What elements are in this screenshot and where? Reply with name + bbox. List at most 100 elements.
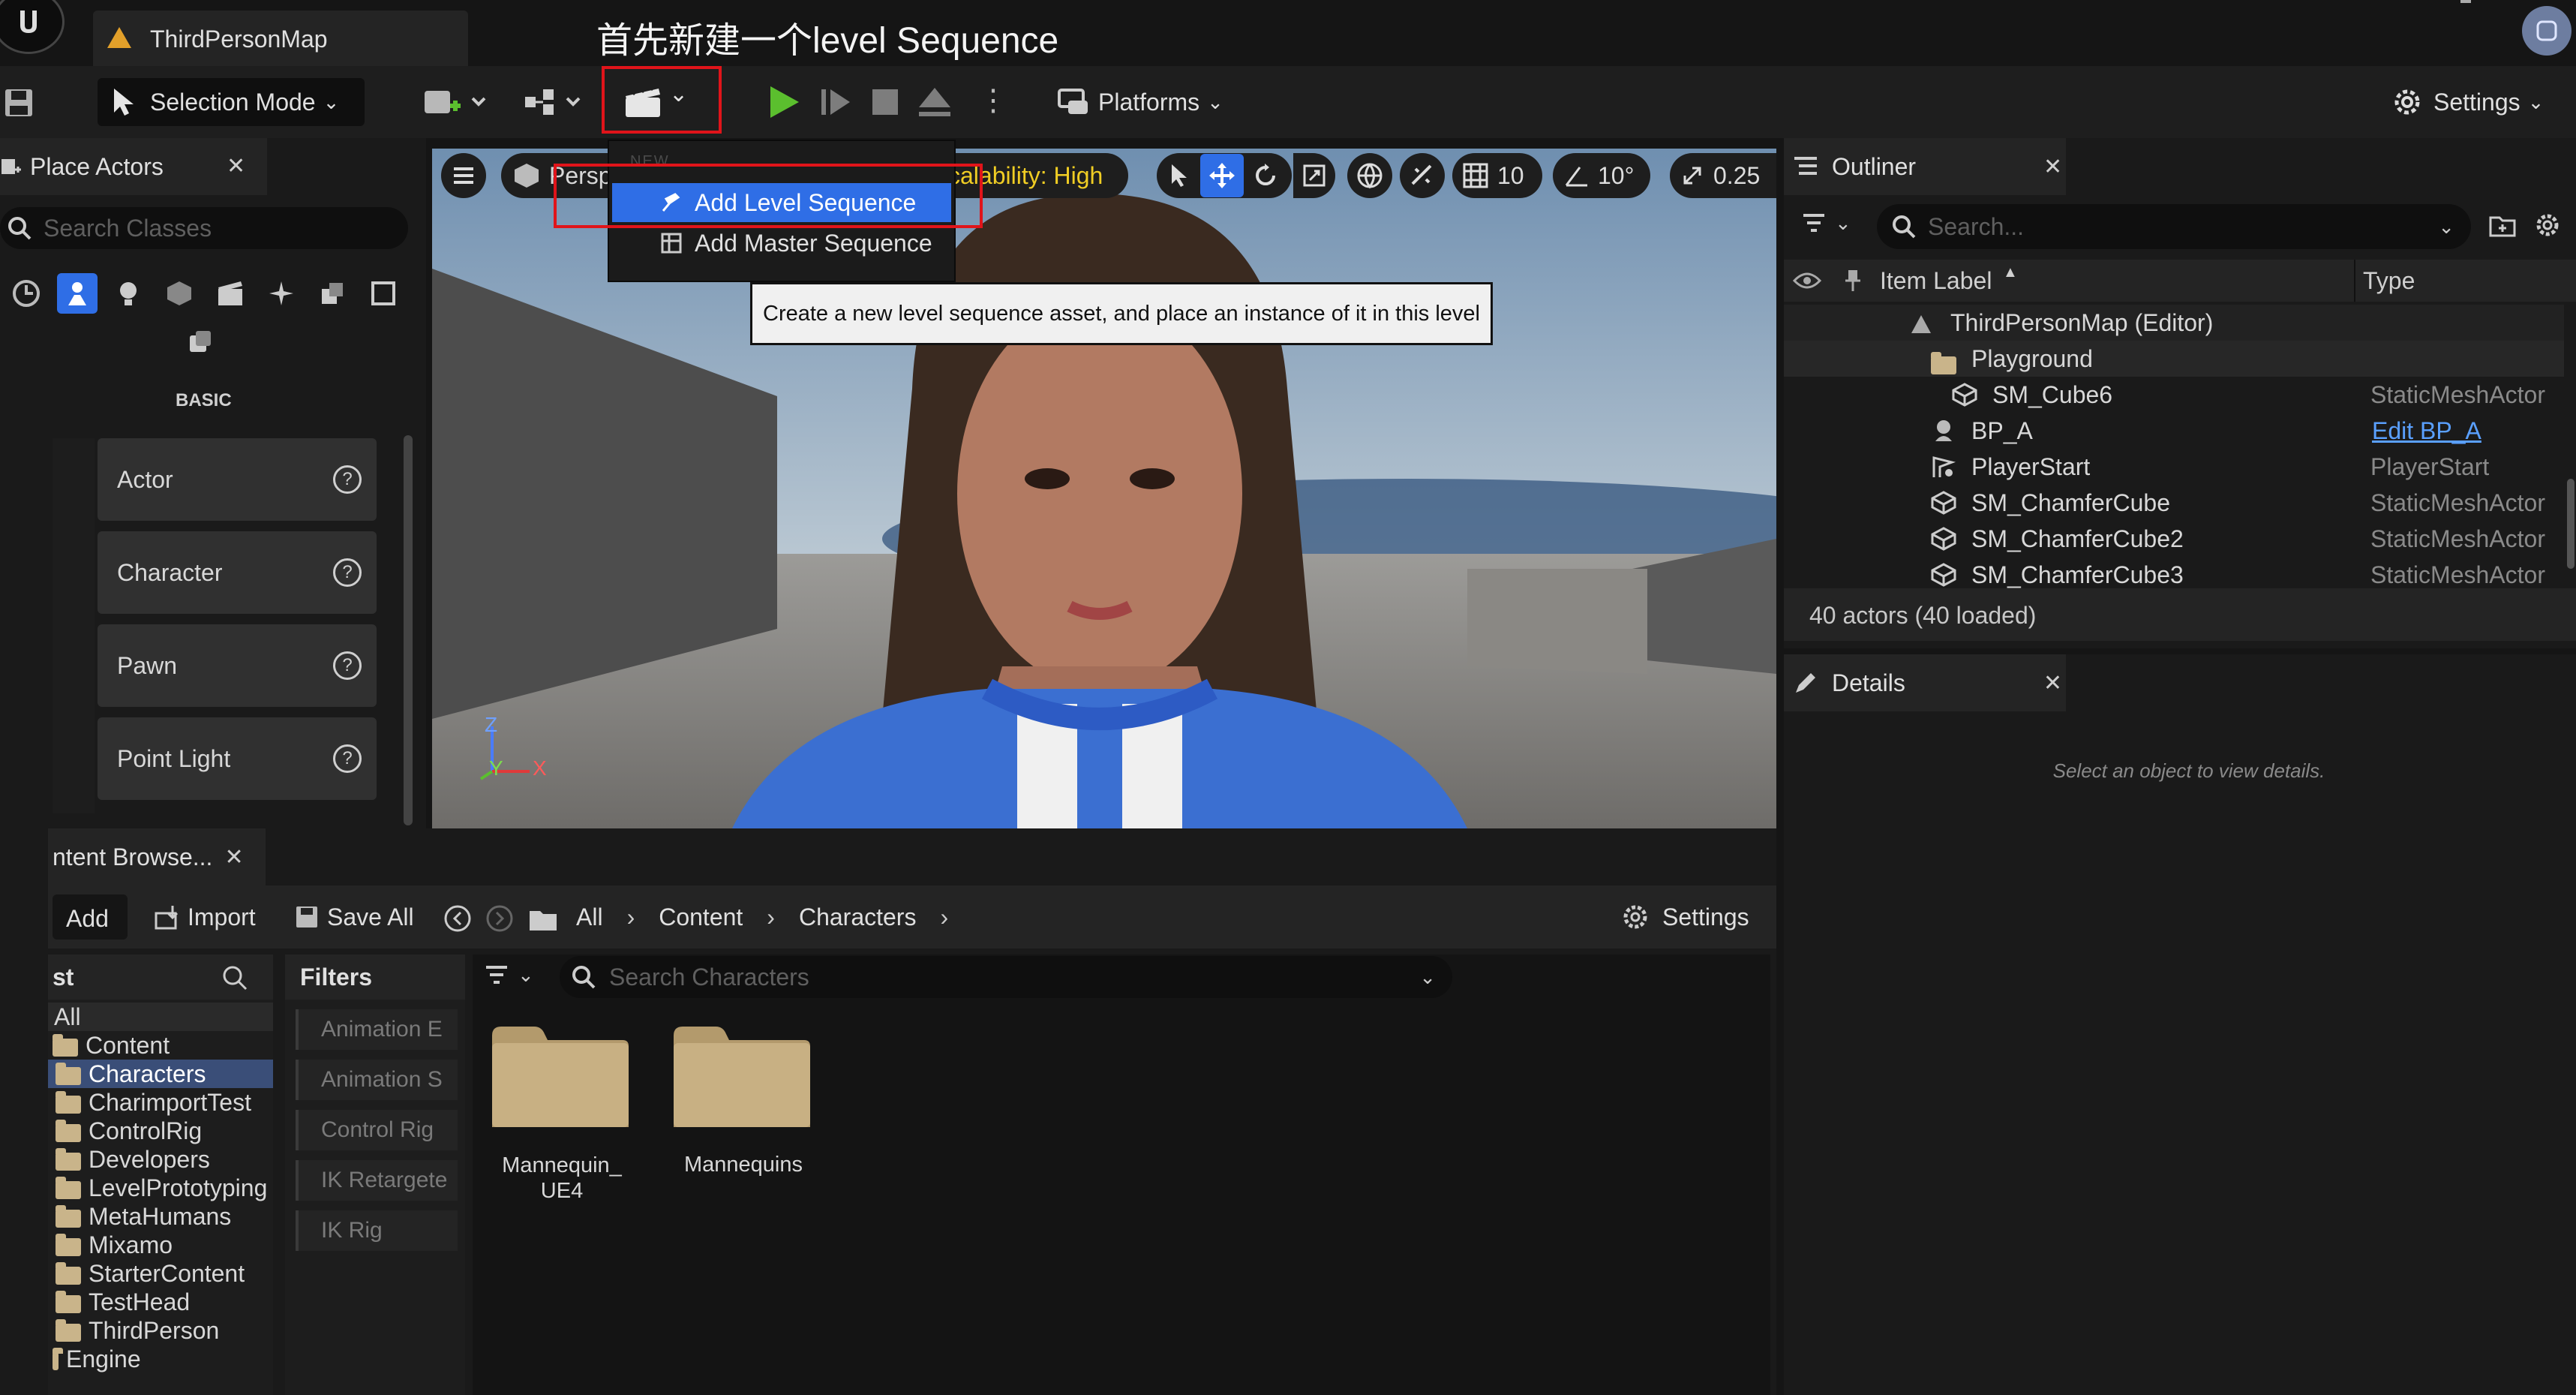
tree-item[interactable]: StarterContent (48, 1259, 273, 1288)
details-tab[interactable]: Details ✕ (1784, 654, 2066, 711)
actor-item-actor[interactable]: Actor ? (98, 438, 377, 521)
tree-item[interactable]: LevelPrototyping (48, 1174, 273, 1202)
basic-category-icon[interactable] (57, 273, 98, 314)
filter-item[interactable]: Control Rig (296, 1110, 458, 1150)
tree-item[interactable]: All (48, 1003, 273, 1031)
lights-category-icon[interactable] (108, 273, 149, 314)
tree-item[interactable]: MetaHumans (48, 1202, 273, 1231)
search-classes-input[interactable]: Search Classes (0, 207, 408, 249)
gear-icon[interactable] (2534, 212, 2561, 239)
edit-blueprint-link[interactable]: Edit BP_A (2372, 417, 2481, 445)
move-tool-icon[interactable] (1200, 154, 1244, 197)
breadcrumb-item[interactable]: Characters (799, 903, 917, 931)
add-button[interactable]: Add (53, 894, 128, 940)
filter-item[interactable]: Animation S (296, 1060, 458, 1100)
import-button[interactable]: Import (153, 894, 256, 940)
actor-item-character[interactable]: Character ? (98, 531, 377, 614)
help-icon[interactable]: ? (333, 558, 362, 587)
chevron-down-icon[interactable]: ⌄ (1419, 966, 1436, 989)
blueprint-icon[interactable] (521, 83, 588, 122)
breadcrumb-item[interactable]: Content (659, 903, 743, 931)
rotate-tool-icon[interactable] (1244, 154, 1287, 197)
user-avatar-icon[interactable] (2522, 6, 2571, 56)
world-local-icon[interactable] (1347, 153, 1392, 198)
content-settings-button[interactable]: Settings (1620, 894, 1749, 940)
close-icon[interactable]: ✕ (2043, 154, 2062, 180)
close-icon[interactable]: ✕ (227, 153, 245, 179)
history-back-icon[interactable] (443, 903, 473, 934)
chevron-right-icon[interactable]: › (940, 903, 948, 931)
add-actor-icon[interactable] (420, 83, 488, 122)
save-all-button[interactable]: Save All (294, 894, 414, 940)
tree-item[interactable]: Developers (48, 1145, 273, 1174)
minimize-bar[interactable] (2460, 0, 2471, 3)
filter-item[interactable]: IK Rig (296, 1210, 458, 1251)
filter-item[interactable]: IK Retargete (296, 1160, 458, 1201)
selection-mode-button[interactable]: Selection Mode ⌄ (98, 78, 365, 126)
surface-snapping-icon[interactable] (1400, 153, 1445, 198)
toolbar-settings-button[interactable]: Settings ⌄ (2390, 80, 2544, 125)
chevron-right-icon[interactable]: › (627, 903, 635, 931)
col-divider[interactable] (2354, 260, 2355, 302)
outliner-row[interactable]: SM_ChamferCube StaticMeshActor (1784, 485, 2564, 521)
place-actors-tab[interactable]: Place Actors ✕ (0, 138, 267, 195)
breadcrumb-item[interactable]: All (576, 903, 603, 931)
tree-item[interactable]: TestHead (48, 1288, 273, 1316)
chevron-down-icon[interactable]: ⌄ (2438, 215, 2454, 239)
outliner-search-input[interactable]: Search... ⌄ (1877, 204, 2471, 249)
search-icon[interactable] (221, 964, 249, 992)
tree-item[interactable]: CharimportTest (48, 1088, 273, 1117)
save-icon[interactable] (0, 84, 38, 122)
more-options-icon[interactable]: ⋮ (978, 81, 1008, 120)
close-icon[interactable]: ✕ (224, 844, 243, 870)
actor-item-point-light[interactable]: Point Light ? (98, 717, 377, 800)
viewport-menu-icon[interactable] (441, 153, 486, 198)
outliner-row[interactable]: Playground (1784, 341, 2564, 377)
visual-effects-category-icon[interactable] (261, 273, 302, 314)
eject-icon[interactable] (914, 81, 956, 123)
platforms-button[interactable]: Platforms ⌄ (1056, 80, 1223, 125)
tree-item[interactable]: Mixamo (48, 1231, 273, 1259)
help-icon[interactable]: ? (333, 651, 362, 680)
tree-item-characters[interactable]: Characters (48, 1060, 273, 1088)
chevron-right-icon[interactable]: › (767, 903, 775, 931)
outliner-row[interactable]: PlayerStart PlayerStart (1784, 449, 2564, 485)
stop-icon[interactable] (864, 81, 906, 123)
asset-tile[interactable]: Mannequins (669, 1021, 819, 1216)
volumes-category-icon[interactable] (363, 273, 404, 314)
tree-item[interactable]: Engine (48, 1345, 273, 1373)
select-tool-icon[interactable] (1157, 154, 1200, 197)
close-icon[interactable]: ✕ (2043, 670, 2062, 696)
outliner-tab[interactable]: Outliner ✕ (1784, 138, 2066, 195)
all-classes-icon[interactable] (180, 321, 221, 362)
grid-snap-button[interactable]: 10 (1452, 153, 1542, 198)
outliner-scrollbar[interactable] (2567, 479, 2574, 569)
tree-item-content[interactable]: Content (48, 1031, 273, 1060)
tree-item[interactable]: ControlRig (48, 1117, 273, 1145)
outliner-filter-button[interactable]: ⌄ (1802, 212, 1851, 235)
cinematics-button-highlight[interactable]: ⌄ (602, 66, 722, 134)
outliner-row[interactable]: SM_Cube6 StaticMeshActor (1784, 377, 2564, 413)
angle-snap-button[interactable]: 10° (1553, 153, 1650, 198)
pin-icon[interactable] (1844, 269, 1862, 293)
asset-filter-button[interactable]: ⌄ (485, 964, 534, 987)
scale-snap-button[interactable]: 0.25 (1670, 153, 1776, 198)
cinematic-category-icon[interactable] (210, 273, 251, 314)
content-browser-tab[interactable]: ntent Browse... ✕ (48, 828, 266, 885)
actor-item-pawn[interactable]: Pawn ? (98, 624, 377, 707)
outliner-row[interactable]: ThirdPersonMap (Editor) (1784, 305, 2564, 341)
shapes-category-icon[interactable] (159, 273, 200, 314)
map-tab[interactable]: ThirdPersonMap (93, 11, 468, 66)
play-icon[interactable] (762, 81, 804, 123)
outliner-row[interactable]: SM_ChamferCube2 StaticMeshActor (1784, 521, 2564, 557)
recent-icon[interactable] (6, 273, 47, 314)
eye-icon[interactable] (1793, 270, 1821, 291)
tree-item[interactable]: ThirdPerson (48, 1316, 273, 1345)
new-folder-icon[interactable] (2489, 212, 2516, 239)
add-master-sequence-item[interactable]: Add Master Sequence (612, 224, 951, 263)
outliner-row[interactable]: SM_ChamferCube3 StaticMeshActor (1784, 557, 2564, 593)
help-icon[interactable]: ? (333, 465, 362, 494)
search-characters-input[interactable]: Search Characters ⌄ (560, 956, 1452, 998)
history-forward-icon[interactable] (485, 903, 515, 934)
step-forward-icon[interactable] (815, 81, 857, 123)
